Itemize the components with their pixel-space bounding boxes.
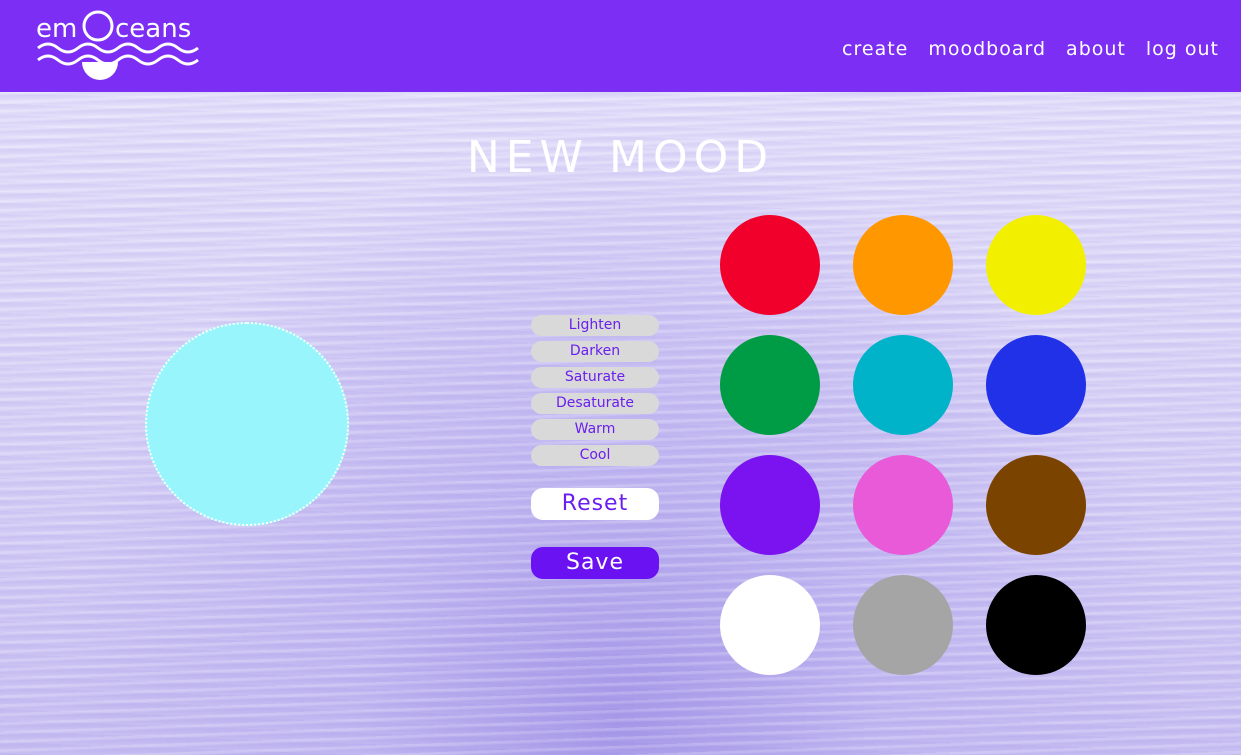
swatch-red[interactable] [720,215,820,315]
saturate-button[interactable]: Saturate [531,367,659,388]
swatch-pink[interactable] [853,455,953,555]
top-navbar: em ceans create moodboard about log out [0,0,1241,92]
nav-about-link[interactable]: about [1066,38,1126,60]
emoceans-logo[interactable]: em ceans [36,4,200,84]
desaturate-button[interactable]: Desaturate [531,393,659,414]
swatch-black[interactable] [986,575,1086,675]
warm-button[interactable]: Warm [531,419,659,440]
nav-moodboard-link[interactable]: moodboard [928,38,1046,60]
svg-text:em: em [36,14,77,44]
swatch-white[interactable] [720,575,820,675]
swatch-orange[interactable] [853,215,953,315]
darken-button[interactable]: Darken [531,341,659,362]
swatch-purple[interactable] [720,455,820,555]
swatch-brown[interactable] [986,455,1086,555]
swatch-yellow[interactable] [986,215,1086,315]
cool-button[interactable]: Cool [531,445,659,466]
nav-logout-link[interactable]: log out [1146,38,1219,60]
main-nav: create moodboard about log out [842,38,1219,60]
emoceans-logo-graphic: em ceans [36,10,199,80]
swatch-cyan[interactable] [853,335,953,435]
swatch-green[interactable] [720,335,820,435]
svg-text:ceans: ceans [115,14,191,44]
nav-create-link[interactable]: create [842,38,908,60]
swatch-gray[interactable] [853,575,953,675]
reset-button[interactable]: Reset [531,488,659,520]
mood-color-preview [145,322,349,526]
lighten-button[interactable]: Lighten [531,315,659,336]
save-button[interactable]: Save [531,547,659,579]
swatch-blue[interactable] [986,335,1086,435]
page-title: NEW MOOD [466,132,775,183]
